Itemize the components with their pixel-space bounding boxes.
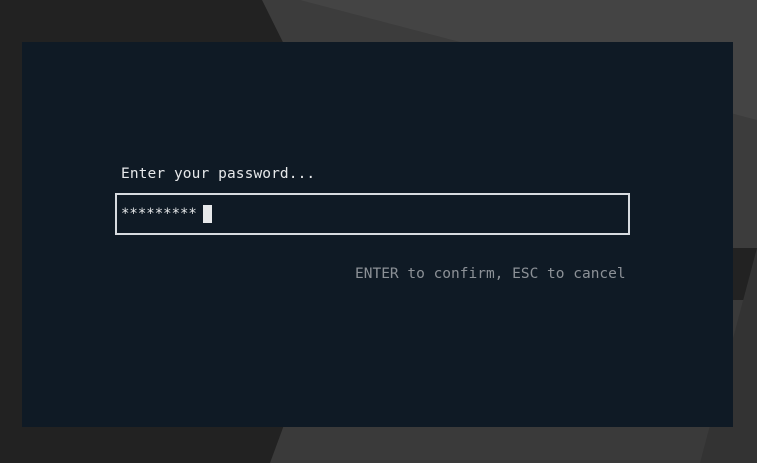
text-cursor xyxy=(203,205,212,223)
password-input[interactable]: ********* xyxy=(115,193,630,235)
password-masked-value: ********* xyxy=(121,206,197,222)
password-dialog: Enter your password... ********* ENTER t… xyxy=(22,42,733,427)
keyboard-hint: ENTER to confirm, ESC to cancel xyxy=(355,266,626,282)
password-prompt-label: Enter your password... xyxy=(121,166,316,182)
